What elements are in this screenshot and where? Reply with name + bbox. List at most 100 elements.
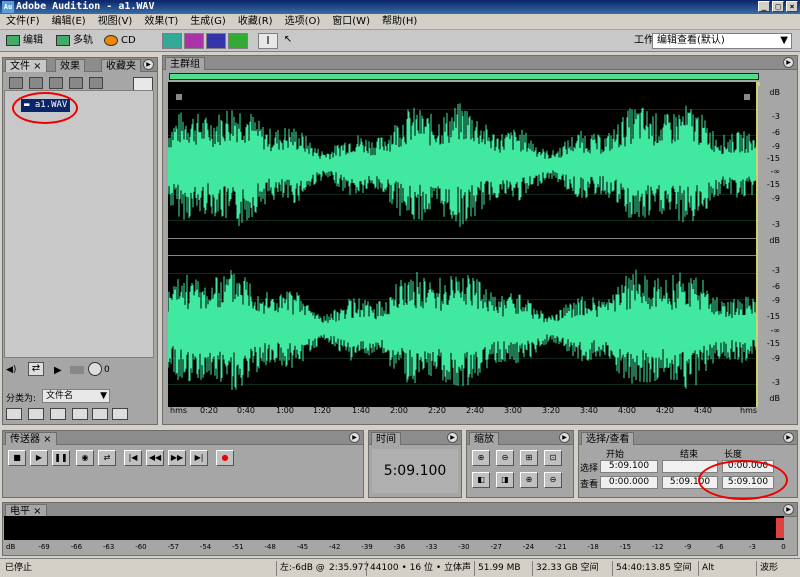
- volume-slider[interactable]: [70, 366, 84, 374]
- overview-bar[interactable]: [169, 73, 759, 80]
- phase-view-button[interactable]: [228, 33, 248, 49]
- loop-button[interactable]: ⇄: [98, 450, 116, 466]
- waveform-view-button[interactable]: [162, 33, 182, 49]
- tab-transport[interactable]: 传送器 ×: [5, 432, 57, 445]
- zoom-out-vertical-icon[interactable]: ⊖: [544, 472, 562, 488]
- panel-menu-icon[interactable]: ▶: [447, 432, 458, 443]
- panel-menu-icon[interactable]: ▶: [349, 432, 360, 443]
- multitrack-icon: [56, 34, 70, 46]
- maximize-button[interactable]: □: [772, 1, 784, 12]
- timeline-label: 2:20: [428, 406, 446, 415]
- view-start-field[interactable]: 0:00.000: [600, 476, 658, 489]
- level-scale-label: -18: [587, 543, 599, 551]
- col-end-label: 结束: [680, 450, 699, 460]
- edit-view-button[interactable]: 编辑: [6, 33, 43, 49]
- status-free: 32.33 GB 空间: [532, 561, 602, 576]
- waveform-display[interactable]: [168, 82, 758, 407]
- view-option-icon[interactable]: [112, 408, 128, 420]
- view-option-icon[interactable]: [28, 408, 44, 420]
- annotation-circle: [12, 92, 78, 124]
- workspace-select[interactable]: 编辑查看(默认) ▼: [652, 33, 792, 49]
- panel-menu-icon[interactable]: ▶: [783, 57, 794, 68]
- level-scale-label: -54: [199, 543, 212, 551]
- tab-time[interactable]: 时间: [371, 432, 401, 445]
- menu-options[interactable]: 选项(O): [279, 14, 327, 30]
- app-icon: Au: [2, 1, 14, 13]
- level-scale-label: -30: [458, 543, 470, 551]
- tab-zoom[interactable]: 缩放: [469, 432, 499, 445]
- spectral-pan-button[interactable]: [206, 33, 226, 49]
- menu-view[interactable]: 视图(V): [92, 14, 139, 30]
- file-list: ▬ a1.WAV: [4, 90, 154, 358]
- cd-button[interactable]: CD: [104, 33, 136, 49]
- view-option-icon[interactable]: [6, 408, 22, 420]
- tab-main[interactable]: 主群组: [165, 57, 205, 70]
- panel-menu-icon[interactable]: ▶: [559, 432, 570, 443]
- level-scale-label: -66: [70, 543, 83, 551]
- close-file-icon[interactable]: [29, 77, 43, 89]
- menu-generate[interactable]: 生成(G): [184, 14, 232, 30]
- close-button[interactable]: ×: [786, 1, 798, 12]
- menu-effects[interactable]: 效果(T): [138, 14, 184, 30]
- rewind-button[interactable]: ◀◀: [146, 450, 164, 466]
- tab-effects[interactable]: 效果: [55, 59, 85, 72]
- fade-out-handle[interactable]: [744, 94, 750, 100]
- edit-file-icon[interactable]: [49, 77, 63, 89]
- volume-knob[interactable]: [88, 362, 102, 376]
- menu-favorites[interactable]: 收藏(R): [232, 14, 279, 30]
- import-file-icon[interactable]: [9, 77, 23, 89]
- left-channel[interactable]: [168, 92, 758, 238]
- filter-icon[interactable]: [92, 408, 108, 420]
- marquee-tool-icon[interactable]: ↖: [278, 33, 298, 49]
- record-button[interactable]: ●: [216, 450, 234, 466]
- spectral-view-button[interactable]: [184, 33, 204, 49]
- select-start-field[interactable]: 5:09.100: [600, 460, 658, 473]
- zoom-left-icon[interactable]: ◧: [472, 472, 490, 488]
- tab-favorites[interactable]: 收藏夹: [101, 59, 141, 72]
- play-from-cursor-button[interactable]: ◉: [76, 450, 94, 466]
- zoom-selection-icon[interactable]: ⊡: [544, 450, 562, 466]
- pause-button[interactable]: ❚❚: [52, 450, 70, 466]
- fast-forward-button[interactable]: ▶▶: [168, 450, 186, 466]
- timeline-label: 3:00: [504, 406, 522, 415]
- panel-menu-icon[interactable]: ▶: [783, 432, 794, 443]
- panel-menu-icon[interactable]: ▶: [143, 59, 154, 70]
- play-button[interactable]: ▶: [30, 450, 48, 466]
- menu-window[interactable]: 窗口(W): [326, 14, 376, 30]
- goto-start-button[interactable]: |◀: [124, 450, 142, 466]
- level-scale-label: -45: [296, 543, 309, 551]
- view-option-icon[interactable]: [50, 408, 66, 420]
- zoom-full-icon[interactable]: ⊞: [520, 450, 538, 466]
- fade-in-handle[interactable]: [176, 94, 182, 100]
- panel-menu-icon[interactable]: ▶: [783, 504, 794, 515]
- loop-icon[interactable]: ⇄: [28, 362, 44, 376]
- speaker-icon[interactable]: ◀): [6, 365, 16, 375]
- db-scale: dB -3 -6 -9 -15 -∞ -15 -9 -3 dB -3 -6 -9…: [758, 86, 782, 408]
- goto-end-button[interactable]: ▶|: [190, 450, 208, 466]
- stop-button[interactable]: ■: [8, 450, 26, 466]
- insert-file-icon[interactable]: [69, 77, 83, 89]
- zoom-in-horizontal-icon[interactable]: ⊕: [472, 450, 490, 466]
- menu-edit[interactable]: 编辑(E): [46, 14, 92, 30]
- zoom-in-vertical-icon[interactable]: ⊕: [520, 472, 538, 488]
- play-icon[interactable]: ▶: [54, 365, 62, 376]
- right-channel[interactable]: [168, 256, 758, 402]
- level-scale-label: -39: [361, 543, 373, 551]
- play-file-icon[interactable]: [89, 77, 103, 89]
- menu-help[interactable]: 帮助(H): [376, 14, 423, 30]
- zoom-out-horizontal-icon[interactable]: ⊖: [496, 450, 514, 466]
- view-option-icon[interactable]: [72, 408, 88, 420]
- menu-bar: 文件(F) 编辑(E) 视图(V) 效果(T) 生成(G) 收藏(R) 选项(O) 窗口(W)…: [0, 14, 800, 30]
- time-selection-tool[interactable]: I: [258, 33, 278, 49]
- tab-files[interactable]: 文件 ×: [5, 59, 47, 72]
- multitrack-button[interactable]: 多轨: [56, 33, 93, 49]
- status-free-time: 54:40:13.85 空间: [612, 561, 695, 576]
- clip-indicator[interactable]: [776, 518, 784, 538]
- minimize-button[interactable]: _: [758, 1, 770, 12]
- menu-file[interactable]: 文件(F): [0, 14, 46, 30]
- sort-select[interactable]: 文件名 ▼: [42, 389, 110, 403]
- preview-options-icon[interactable]: [133, 77, 153, 91]
- zoom-right-icon[interactable]: ◨: [496, 472, 514, 488]
- annotation-circle: [698, 460, 788, 500]
- tab-selection-view[interactable]: 选择/查看: [581, 432, 635, 445]
